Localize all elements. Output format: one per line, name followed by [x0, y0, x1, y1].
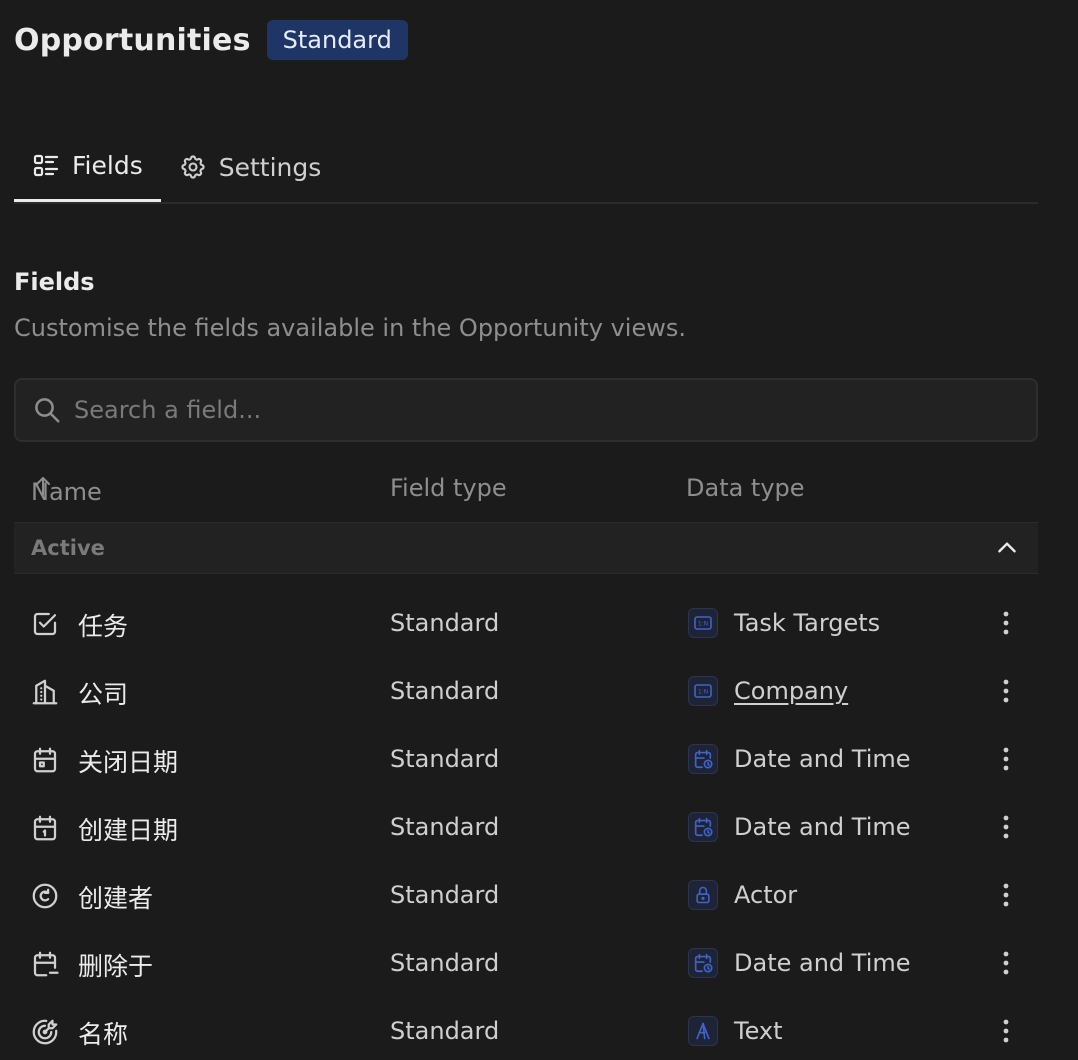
object-detail-page: Opportunities Standard Fields Settings F… [0, 0, 1078, 1060]
tab-settings[interactable]: Settings [161, 132, 340, 202]
data-type: Task Targets [734, 609, 881, 637]
standard-badge: Standard [266, 20, 408, 60]
section-title: Fields [14, 268, 95, 296]
calendar-one-icon [33, 815, 57, 841]
target-arrow-icon [32, 1019, 58, 1045]
table-row[interactable]: 任务 Standard 1:N Task Targets [14, 589, 1038, 657]
group-label: Active [31, 536, 105, 560]
text-icon [688, 1016, 718, 1046]
section-description: Customise the fields available in the Op… [14, 314, 686, 342]
relation-icon: 1:N [688, 676, 718, 706]
data-type-link[interactable]: Company [734, 677, 848, 705]
field-type: Standard [390, 949, 500, 977]
field-type: Standard [390, 881, 500, 909]
table-row[interactable]: 删除于 Standard Date and Time [14, 929, 1038, 997]
more-vertical-icon[interactable] [994, 811, 1018, 843]
column-header-name-label: Name [31, 478, 102, 506]
tab-settings-label: Settings [218, 152, 322, 182]
column-header-data-type[interactable]: Data type [686, 474, 805, 502]
calendar-clock-icon [688, 812, 718, 842]
more-vertical-icon[interactable] [994, 743, 1018, 775]
field-name: 创建日期 [78, 816, 179, 845]
search-field[interactable] [14, 378, 1038, 442]
list-details-icon [33, 154, 59, 176]
group-active[interactable]: Active [14, 522, 1038, 574]
field-type: Standard [390, 813, 500, 841]
tab-bar: Fields Settings [14, 132, 1038, 204]
table-row[interactable]: 名称 Standard Text [14, 997, 1038, 1060]
column-header-field-type[interactable]: Field type [390, 474, 507, 502]
more-vertical-icon[interactable] [994, 947, 1018, 979]
more-vertical-icon[interactable] [994, 879, 1018, 911]
field-type: Standard [390, 677, 500, 705]
field-type: Standard [390, 609, 500, 637]
tab-fields-label: Fields [72, 151, 143, 180]
field-name: 创建者 [78, 884, 154, 913]
column-header-name[interactable]: Name [31, 474, 102, 506]
field-type: Standard [390, 1017, 500, 1045]
tab-fields[interactable]: Fields [14, 132, 161, 202]
relation-icon: 1:N [688, 608, 718, 638]
calendar-clock-icon [688, 948, 718, 978]
field-type: Standard [390, 745, 500, 773]
creation-icon [32, 883, 58, 909]
more-vertical-icon[interactable] [994, 1015, 1018, 1047]
page-title: Opportunities [14, 22, 251, 58]
page-header: Opportunities Standard [14, 20, 408, 60]
calendar-icon [33, 747, 57, 773]
field-name: 任务 [78, 612, 129, 641]
table-row[interactable]: 关闭日期 Standard Date and Time [14, 725, 1038, 793]
lock-icon [688, 880, 718, 910]
more-vertical-icon[interactable] [994, 675, 1018, 707]
data-type: Actor [734, 881, 798, 909]
data-type: Date and Time [734, 813, 911, 841]
chevron-up-icon[interactable] [994, 535, 1020, 565]
calendar-minus-icon [33, 951, 59, 977]
table-row[interactable]: 公司 Standard 1:N Company [14, 657, 1038, 725]
more-vertical-icon[interactable] [994, 607, 1018, 639]
building-icon [32, 679, 58, 705]
svg-text:1:N: 1:N [698, 621, 708, 628]
data-type: Date and Time [734, 745, 911, 773]
field-name: 名称 [78, 1020, 129, 1049]
field-name: 公司 [78, 680, 129, 709]
field-name: 关闭日期 [78, 748, 179, 777]
table-header: Name Field type Data type [14, 470, 1038, 514]
checkbox-icon [33, 612, 57, 636]
data-type: Date and Time [734, 949, 911, 977]
search-icon [35, 398, 60, 423]
settings-gear-icon [181, 155, 205, 179]
field-name: 删除于 [78, 952, 154, 981]
data-type: Text [734, 1017, 783, 1045]
svg-text:1:N: 1:N [698, 689, 708, 696]
table-row[interactable]: 创建日期 Standard Date and Time [14, 793, 1038, 861]
table-row[interactable]: 创建者 Standard Actor [14, 861, 1038, 929]
calendar-clock-icon [688, 744, 718, 774]
search-input[interactable] [74, 396, 974, 424]
